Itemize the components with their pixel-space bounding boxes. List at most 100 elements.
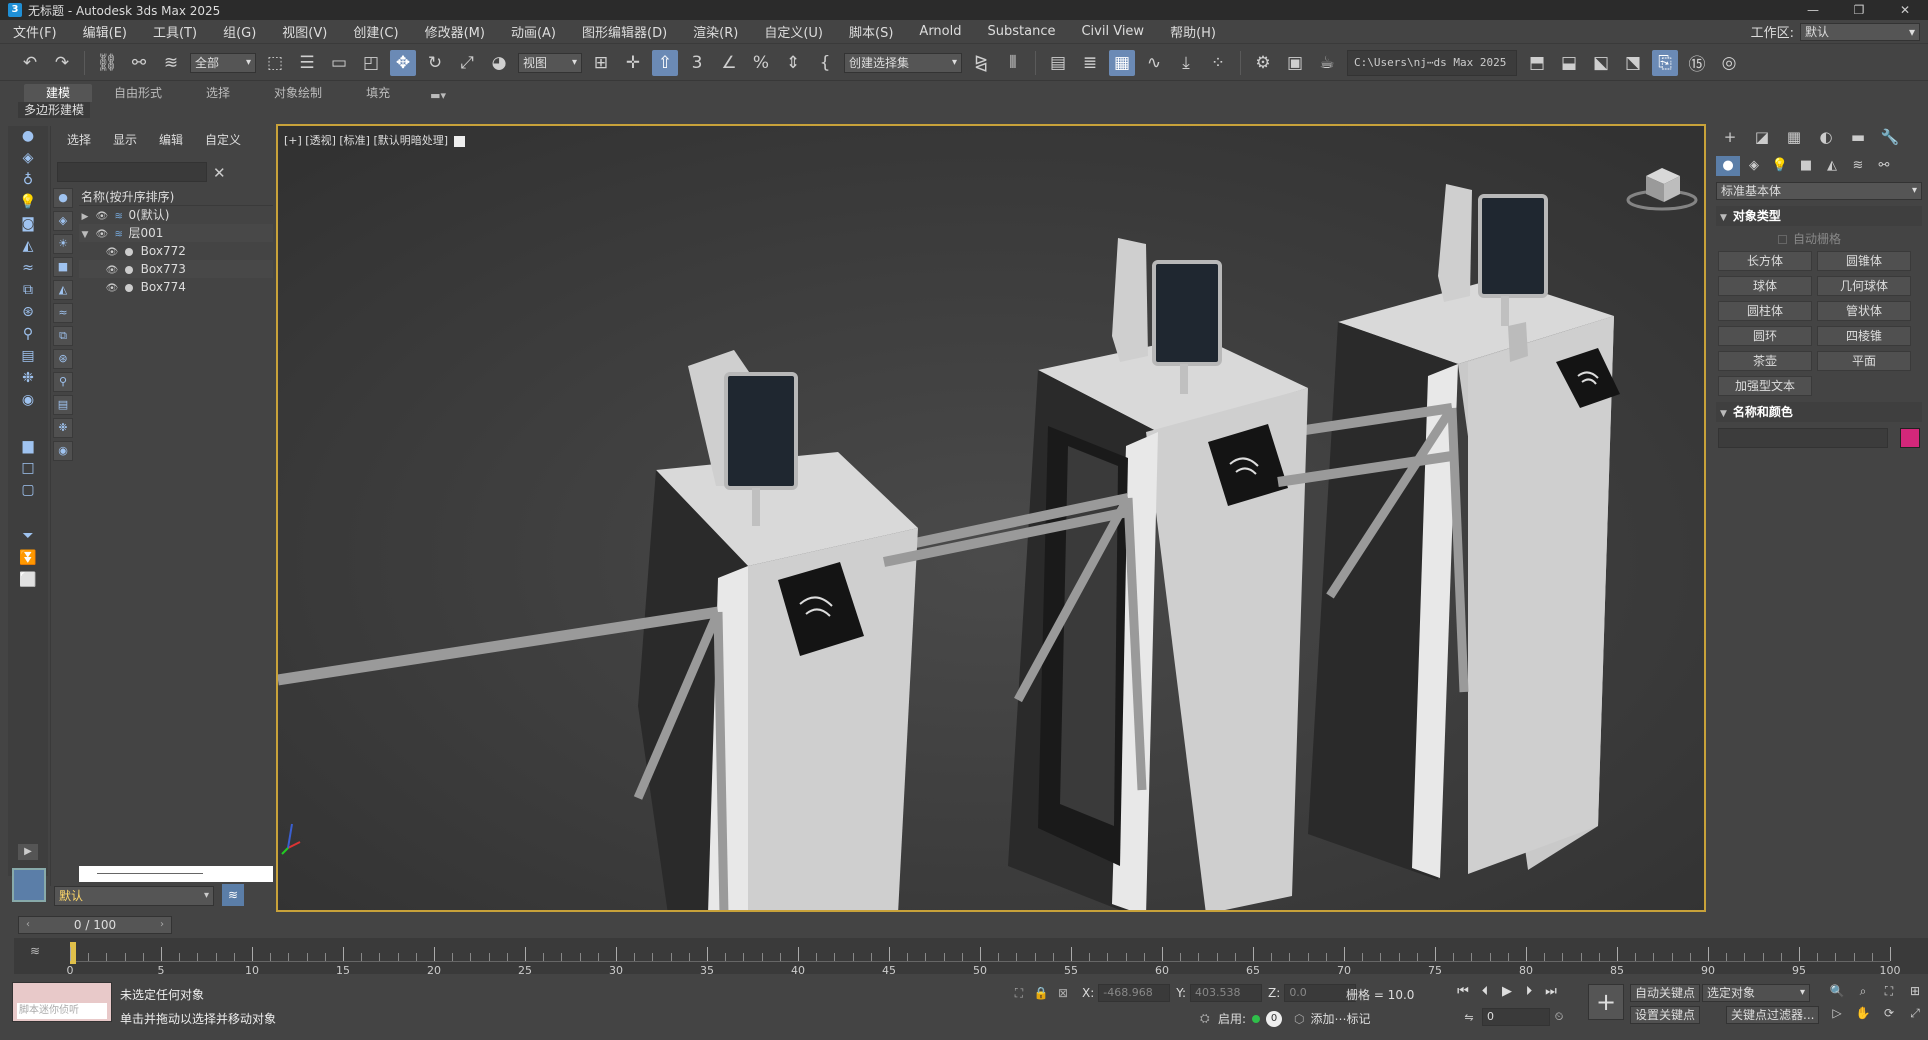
filter-xrefs-icon[interactable]: ⊛ — [53, 349, 73, 369]
adaptive-degradation-icon[interactable]: ⛭ — [1200, 1011, 1218, 1026]
filter-helpers-icon[interactable]: ◭ — [53, 280, 73, 300]
display-tab-icon[interactable]: ▬ — [1842, 126, 1874, 148]
viewport-label-text[interactable]: [+] [透视] [标准] [默认明暗处理] — [284, 134, 448, 147]
display-cameras-icon[interactable]: ◙ — [12, 214, 44, 234]
previous-frame-icon[interactable]: ‹ — [21, 917, 35, 933]
timeline-track[interactable]: 0 5 10 15 20 25 30 35 40 45 50 55 60 65 70 75 80 85 90 95 10… — [67, 940, 1901, 977]
display-all-icon[interactable]: ▆ — [12, 436, 44, 456]
display-xrefs-icon[interactable]: ⊛ — [12, 302, 44, 322]
menu-substance[interactable]: Substance — [975, 24, 1069, 39]
display-groups-icon[interactable]: ⧉ — [12, 280, 44, 300]
undo-icon[interactable]: ↶ — [17, 50, 43, 76]
modify-tab-icon[interactable]: ◪ — [1746, 126, 1778, 148]
display-none-toggle-icon[interactable]: □ — [12, 458, 44, 478]
name-color-rollout[interactable]: ▼ 名称和颜色 — [1716, 402, 1922, 422]
visibility-icon[interactable]: 👁 — [105, 280, 119, 298]
display-spacewarps-icon[interactable]: ≈ — [12, 258, 44, 278]
invert-display-icon[interactable]: ▢ — [12, 480, 44, 500]
toggle-scene-explorer-icon[interactable]: ▤ — [1045, 50, 1071, 76]
tube-button[interactable]: 管状体 — [1817, 301, 1911, 321]
absolute-mode-icon[interactable]: ⊠ — [1054, 986, 1072, 1000]
cameras-category-icon[interactable]: ■ — [1794, 156, 1818, 176]
app-icon[interactable]: 3 — [8, 3, 22, 17]
menu-help[interactable]: 帮助(H) — [1157, 22, 1229, 41]
filter-cameras-icon[interactable]: ■ — [53, 257, 73, 277]
tab-object-paint[interactable]: 对象绘制 — [252, 84, 344, 102]
menu-rendering[interactable]: 渲染(R) — [680, 22, 751, 41]
layer-explorer-icon[interactable]: ≋ — [222, 884, 244, 906]
geometry-type-dropdown[interactable]: 标准基本体 — [1716, 182, 1922, 200]
select-manipulate-icon[interactable]: ✛ — [620, 50, 646, 76]
workspace-dropdown[interactable]: 默认 — [1800, 22, 1920, 41]
rendered-frame-window-icon[interactable]: ▣ — [1282, 50, 1308, 76]
go-to-start-icon[interactable]: ⏮ — [1452, 984, 1474, 999]
perspective-viewport[interactable]: [+] [透视] [标准] [默认明暗处理] — [276, 124, 1706, 912]
current-frame-input[interactable]: 0 — [1482, 1008, 1550, 1026]
pyramid-button[interactable]: 四棱锥 — [1817, 326, 1911, 346]
name-column-header[interactable]: 名称(按升序排序) — [79, 188, 273, 206]
create-tab-icon[interactable]: + — [1714, 126, 1746, 148]
maxscript-input[interactable]: 脚本迷你侦听 — [17, 1003, 107, 1019]
display-geometry-icon[interactable]: ◈ — [12, 148, 44, 168]
set-key-icon[interactable]: + — [1588, 984, 1624, 1020]
frame-counter-icon[interactable]: ⑮ — [1684, 50, 1710, 76]
tab-populate[interactable]: 填充 — [344, 84, 412, 102]
maxscript-listener[interactable]: 脚本迷你侦听 — [12, 982, 112, 1022]
menu-customize[interactable]: 自定义(U) — [751, 22, 836, 41]
filter-selected-icon[interactable]: ⏬ — [12, 548, 44, 568]
layer-dropdown[interactable]: 默认 — [54, 886, 214, 906]
spacewarps-category-icon[interactable]: ≋ — [1846, 156, 1870, 176]
filter-particles-icon[interactable]: ❉ — [53, 418, 73, 438]
teapot-button[interactable]: 茶壶 — [1718, 351, 1812, 371]
object-type-rollout[interactable]: ▼ 对象类型 — [1716, 206, 1922, 226]
zoom-extents-all-icon[interactable]: ⊞ — [1904, 982, 1926, 1000]
project-settings-icon[interactable]: ⬔ — [1620, 50, 1646, 76]
tab-modeling[interactable]: 建模 — [24, 84, 93, 102]
display-bones-icon[interactable]: ⚲ — [12, 324, 44, 344]
selection-lock-icon[interactable]: 🔒 — [1032, 986, 1050, 1000]
close-button[interactable]: ✕ — [1882, 0, 1928, 20]
link-icon[interactable]: ⛓ — [94, 50, 120, 76]
viewport-label[interactable]: [+] [透视] [标准] [默认明暗处理] — [284, 132, 466, 148]
se-menu-display[interactable]: 显示 — [113, 131, 137, 148]
auto-grid-checkbox[interactable]: 自动栅格 — [1778, 230, 1928, 247]
save-icon[interactable]: ⎘ — [1652, 49, 1678, 76]
key-mode-icon[interactable]: ⇋ — [1460, 1011, 1478, 1024]
maximize-viewport-icon[interactable]: ⤢ — [1904, 1004, 1926, 1022]
list-item[interactable]: ▶ 👁 ≋ 0(默认) — [79, 206, 273, 224]
enable-counter[interactable]: 0 — [1266, 1010, 1283, 1027]
window-crossing-icon[interactable]: ◰ — [358, 50, 384, 76]
filter-groups-icon[interactable]: ⧉ — [53, 326, 73, 346]
filter-containers-icon[interactable]: ▤ — [53, 395, 73, 415]
zoom-extents-icon[interactable]: ⛶ — [1878, 982, 1900, 1000]
polygon-modeling-panel[interactable]: 多边形建模 — [18, 102, 91, 118]
utilities-tab-icon[interactable]: 🔧 — [1874, 126, 1906, 148]
maximize-button[interactable]: ❐ — [1836, 0, 1882, 20]
isolate-selection-icon[interactable]: ⛶ — [1010, 986, 1028, 1001]
display-lights-icon[interactable]: 💡 — [12, 192, 44, 212]
enable-status-dot[interactable] — [1252, 1014, 1261, 1023]
shapes-category-icon[interactable]: ◈ — [1742, 156, 1766, 176]
filter-spacewarps-icon[interactable]: ≈ — [53, 303, 73, 323]
geometry-category-icon[interactable]: ● — [1716, 156, 1740, 176]
select-place-icon[interactable]: ◕ — [486, 50, 512, 76]
schematic-view-icon[interactable]: ⤓ — [1173, 50, 1199, 76]
mini-curve-editor-icon[interactable]: ≋ — [30, 944, 40, 958]
menu-modifiers[interactable]: 修改器(M) — [412, 22, 498, 41]
set-key-button[interactable]: 设置关键点 — [1630, 1006, 1701, 1024]
systems-category-icon[interactable]: ⚯ — [1872, 156, 1896, 176]
filter-frozen-icon[interactable]: ◉ — [53, 441, 73, 461]
select-move-icon[interactable]: ✥ — [390, 49, 416, 76]
previous-key-icon[interactable]: ⏴ — [1474, 984, 1496, 999]
lights-category-icon[interactable]: 💡 — [1768, 156, 1792, 176]
object-color-swatch[interactable] — [1900, 428, 1920, 448]
redo-icon[interactable]: ↷ — [49, 50, 75, 76]
key-filters-button[interactable]: 关键点过滤器... — [1726, 1006, 1820, 1024]
unlink-icon[interactable]: ⚯ — [126, 50, 152, 76]
go-to-end-icon[interactable]: ⏭ — [1540, 984, 1562, 999]
zoom-icon[interactable]: 🔍 — [1826, 982, 1848, 1000]
filter-shapes-icon[interactable]: ◈ — [53, 211, 73, 231]
menu-graph-editors[interactable]: 图形编辑器(D) — [569, 22, 680, 41]
helpers-category-icon[interactable]: ◭ — [1820, 156, 1844, 176]
scene-search-input[interactable] — [57, 162, 207, 182]
